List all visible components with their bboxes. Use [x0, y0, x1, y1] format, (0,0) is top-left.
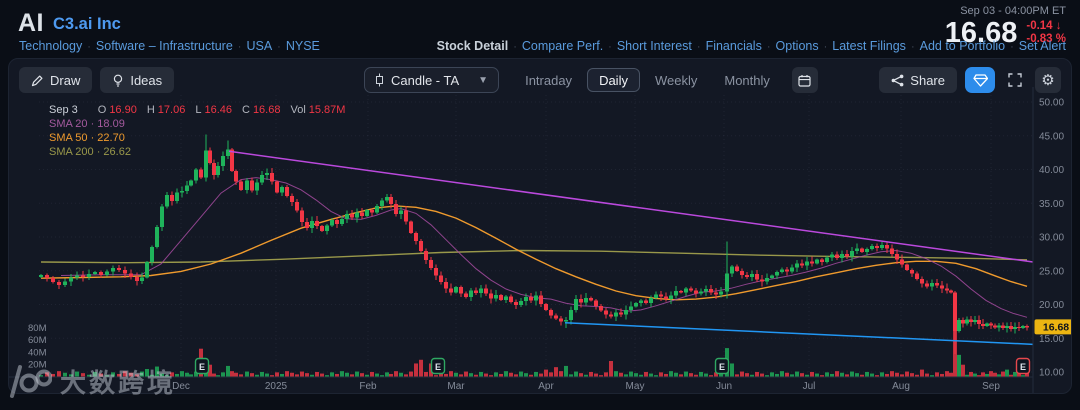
gem-icon	[972, 73, 988, 87]
svg-text:Mar: Mar	[447, 381, 465, 392]
candlestick-icon	[376, 73, 383, 87]
svg-text:Feb: Feb	[359, 381, 377, 392]
earnings-marker[interactable]: E	[430, 357, 446, 375]
svg-text:30.00: 30.00	[1039, 233, 1064, 244]
candles-layer	[39, 134, 1029, 354]
svg-text:Aug: Aug	[892, 381, 910, 392]
share-button[interactable]: Share	[879, 67, 957, 93]
company-name: C3.ai Inc	[53, 15, 121, 33]
volume-layer	[39, 325, 1029, 377]
period-tabs: Intraday Daily Weekly Monthly	[513, 68, 782, 92]
price-chart-canvas[interactable]: 50.00 45.00 40.00 35.00 30.00 25.00 20.00 15.00…	[9, 59, 1072, 394]
ticker-symbol: AI	[18, 9, 44, 37]
svg-text:E: E	[199, 362, 205, 372]
fullscreen-button[interactable]	[1003, 68, 1027, 92]
breadcrumb: Technology · Software – Infrastructure · USA…	[19, 39, 320, 53]
quote-nav: Stock Detail · Compare Perf. · Short Interes…	[437, 39, 1066, 53]
chart-type-dropdown[interactable]: Candle - TA ▼	[364, 67, 500, 93]
svg-text:10.00: 10.00	[1039, 368, 1064, 379]
svg-text:20.00: 20.00	[1039, 300, 1064, 311]
svg-text:80M: 80M	[28, 323, 47, 334]
calendar-button[interactable]	[791, 67, 818, 93]
separator-dot: ·	[87, 41, 91, 53]
svg-text:Sep: Sep	[982, 381, 1000, 392]
chart-panel: 50.00 45.00 40.00 35.00 30.00 25.00 20.00 15.00…	[8, 58, 1072, 394]
svg-text:25.00: 25.00	[1039, 266, 1064, 277]
nav-link-stock-detail[interactable]: Stock Detail	[437, 39, 509, 53]
trendlines-layer[interactable]	[228, 150, 1034, 346]
chevron-down-icon: ▼	[478, 74, 489, 86]
ideas-button[interactable]: Ideas	[100, 67, 175, 93]
grid-layer	[39, 95, 1033, 377]
svg-text:E: E	[719, 362, 725, 372]
tab-intraday[interactable]: Intraday	[513, 68, 584, 92]
nav-link-latest-filings[interactable]: Latest Filings	[832, 39, 906, 53]
trendline-magenta[interactable]	[228, 150, 1034, 263]
svg-text:50.00: 50.00	[1039, 98, 1064, 109]
breadcrumb-link-technology[interactable]: Technology	[19, 39, 82, 53]
svg-text:Apr: Apr	[538, 381, 554, 392]
gear-icon: ⚙	[1041, 71, 1055, 89]
last-price-label: 16.68	[1034, 319, 1071, 335]
separator-dot: ·	[513, 41, 517, 53]
svg-text:E: E	[435, 362, 441, 372]
axes-layer: 50.00 45.00 40.00 35.00 30.00 25.00 20.00 15.00…	[9, 87, 1071, 393]
breadcrumb-link-nyse[interactable]: NYSE	[286, 39, 320, 53]
svg-text:40M: 40M	[28, 347, 47, 358]
premium-button[interactable]	[965, 67, 995, 93]
separator-dot: ·	[608, 41, 612, 53]
sma-line-sma-50	[40, 205, 1028, 301]
ideas-label: Ideas	[130, 72, 163, 88]
nav-link-compare-perf[interactable]: Compare Perf.	[522, 39, 603, 53]
separator-dot: ·	[766, 41, 771, 53]
calendar-icon	[798, 74, 811, 87]
tab-monthly[interactable]: Monthly	[712, 68, 782, 92]
change-value: -0.14 ↓	[1026, 20, 1062, 32]
svg-text:E: E	[1020, 362, 1026, 372]
separator-dot: ·	[1010, 41, 1014, 53]
svg-text:2025: 2025	[265, 381, 288, 392]
svg-text:15.00: 15.00	[1039, 334, 1064, 345]
settings-button[interactable]: ⚙	[1035, 67, 1061, 93]
nav-link-short-interest[interactable]: Short Interest	[617, 39, 692, 53]
svg-text:60M: 60M	[28, 335, 47, 346]
svg-text:20M: 20M	[28, 360, 47, 371]
separator-dot: ·	[823, 41, 828, 53]
separator-dot: ·	[277, 41, 281, 53]
svg-text:16.68: 16.68	[1043, 322, 1069, 334]
draw-label: Draw	[50, 72, 81, 88]
separator-dot: ·	[696, 41, 701, 53]
svg-text:May: May	[626, 381, 645, 392]
nav-link-financials[interactable]: Financials	[706, 39, 762, 53]
tab-weekly[interactable]: Weekly	[643, 68, 709, 92]
breadcrumb-link-usa[interactable]: USA	[246, 39, 272, 53]
tab-daily[interactable]: Daily	[587, 68, 640, 92]
separator-dot: ·	[237, 41, 242, 53]
share-label: Share	[910, 72, 945, 88]
chart-toolbar: Draw Ideas Candle - TA ▼ Intraday Daily We…	[9, 67, 1071, 95]
earnings-marker[interactable]: E	[194, 357, 210, 375]
svg-text:40.00: 40.00	[1039, 165, 1064, 176]
separator-dot: ·	[910, 41, 915, 53]
earnings-marker[interactable]: E	[714, 357, 730, 375]
breadcrumb-link-software-infrastructure[interactable]: Software – Infrastructure	[96, 39, 233, 53]
quote-timestamp: Sep 03 - 04:00PM ET	[960, 5, 1066, 17]
fullscreen-icon	[1008, 73, 1022, 87]
svg-text:35.00: 35.00	[1039, 199, 1064, 210]
svg-text:Dec: Dec	[172, 381, 190, 392]
svg-text:45.00: 45.00	[1039, 131, 1064, 142]
earnings-marker[interactable]: E	[1015, 357, 1031, 375]
lightbulb-icon	[114, 74, 123, 87]
share-icon	[891, 74, 904, 86]
svg-text:Jun: Jun	[716, 381, 732, 392]
svg-text:Jul: Jul	[803, 381, 816, 392]
nav-link-add-to-portfolio[interactable]: Add to Portfolio	[920, 39, 1005, 53]
chart-type-label: Candle - TA	[391, 72, 460, 88]
pencil-icon	[31, 75, 43, 86]
nav-link-options[interactable]: Options	[776, 39, 819, 53]
nav-link-set-alert[interactable]: Set Alert	[1019, 39, 1066, 53]
draw-button[interactable]: Draw	[19, 67, 93, 93]
